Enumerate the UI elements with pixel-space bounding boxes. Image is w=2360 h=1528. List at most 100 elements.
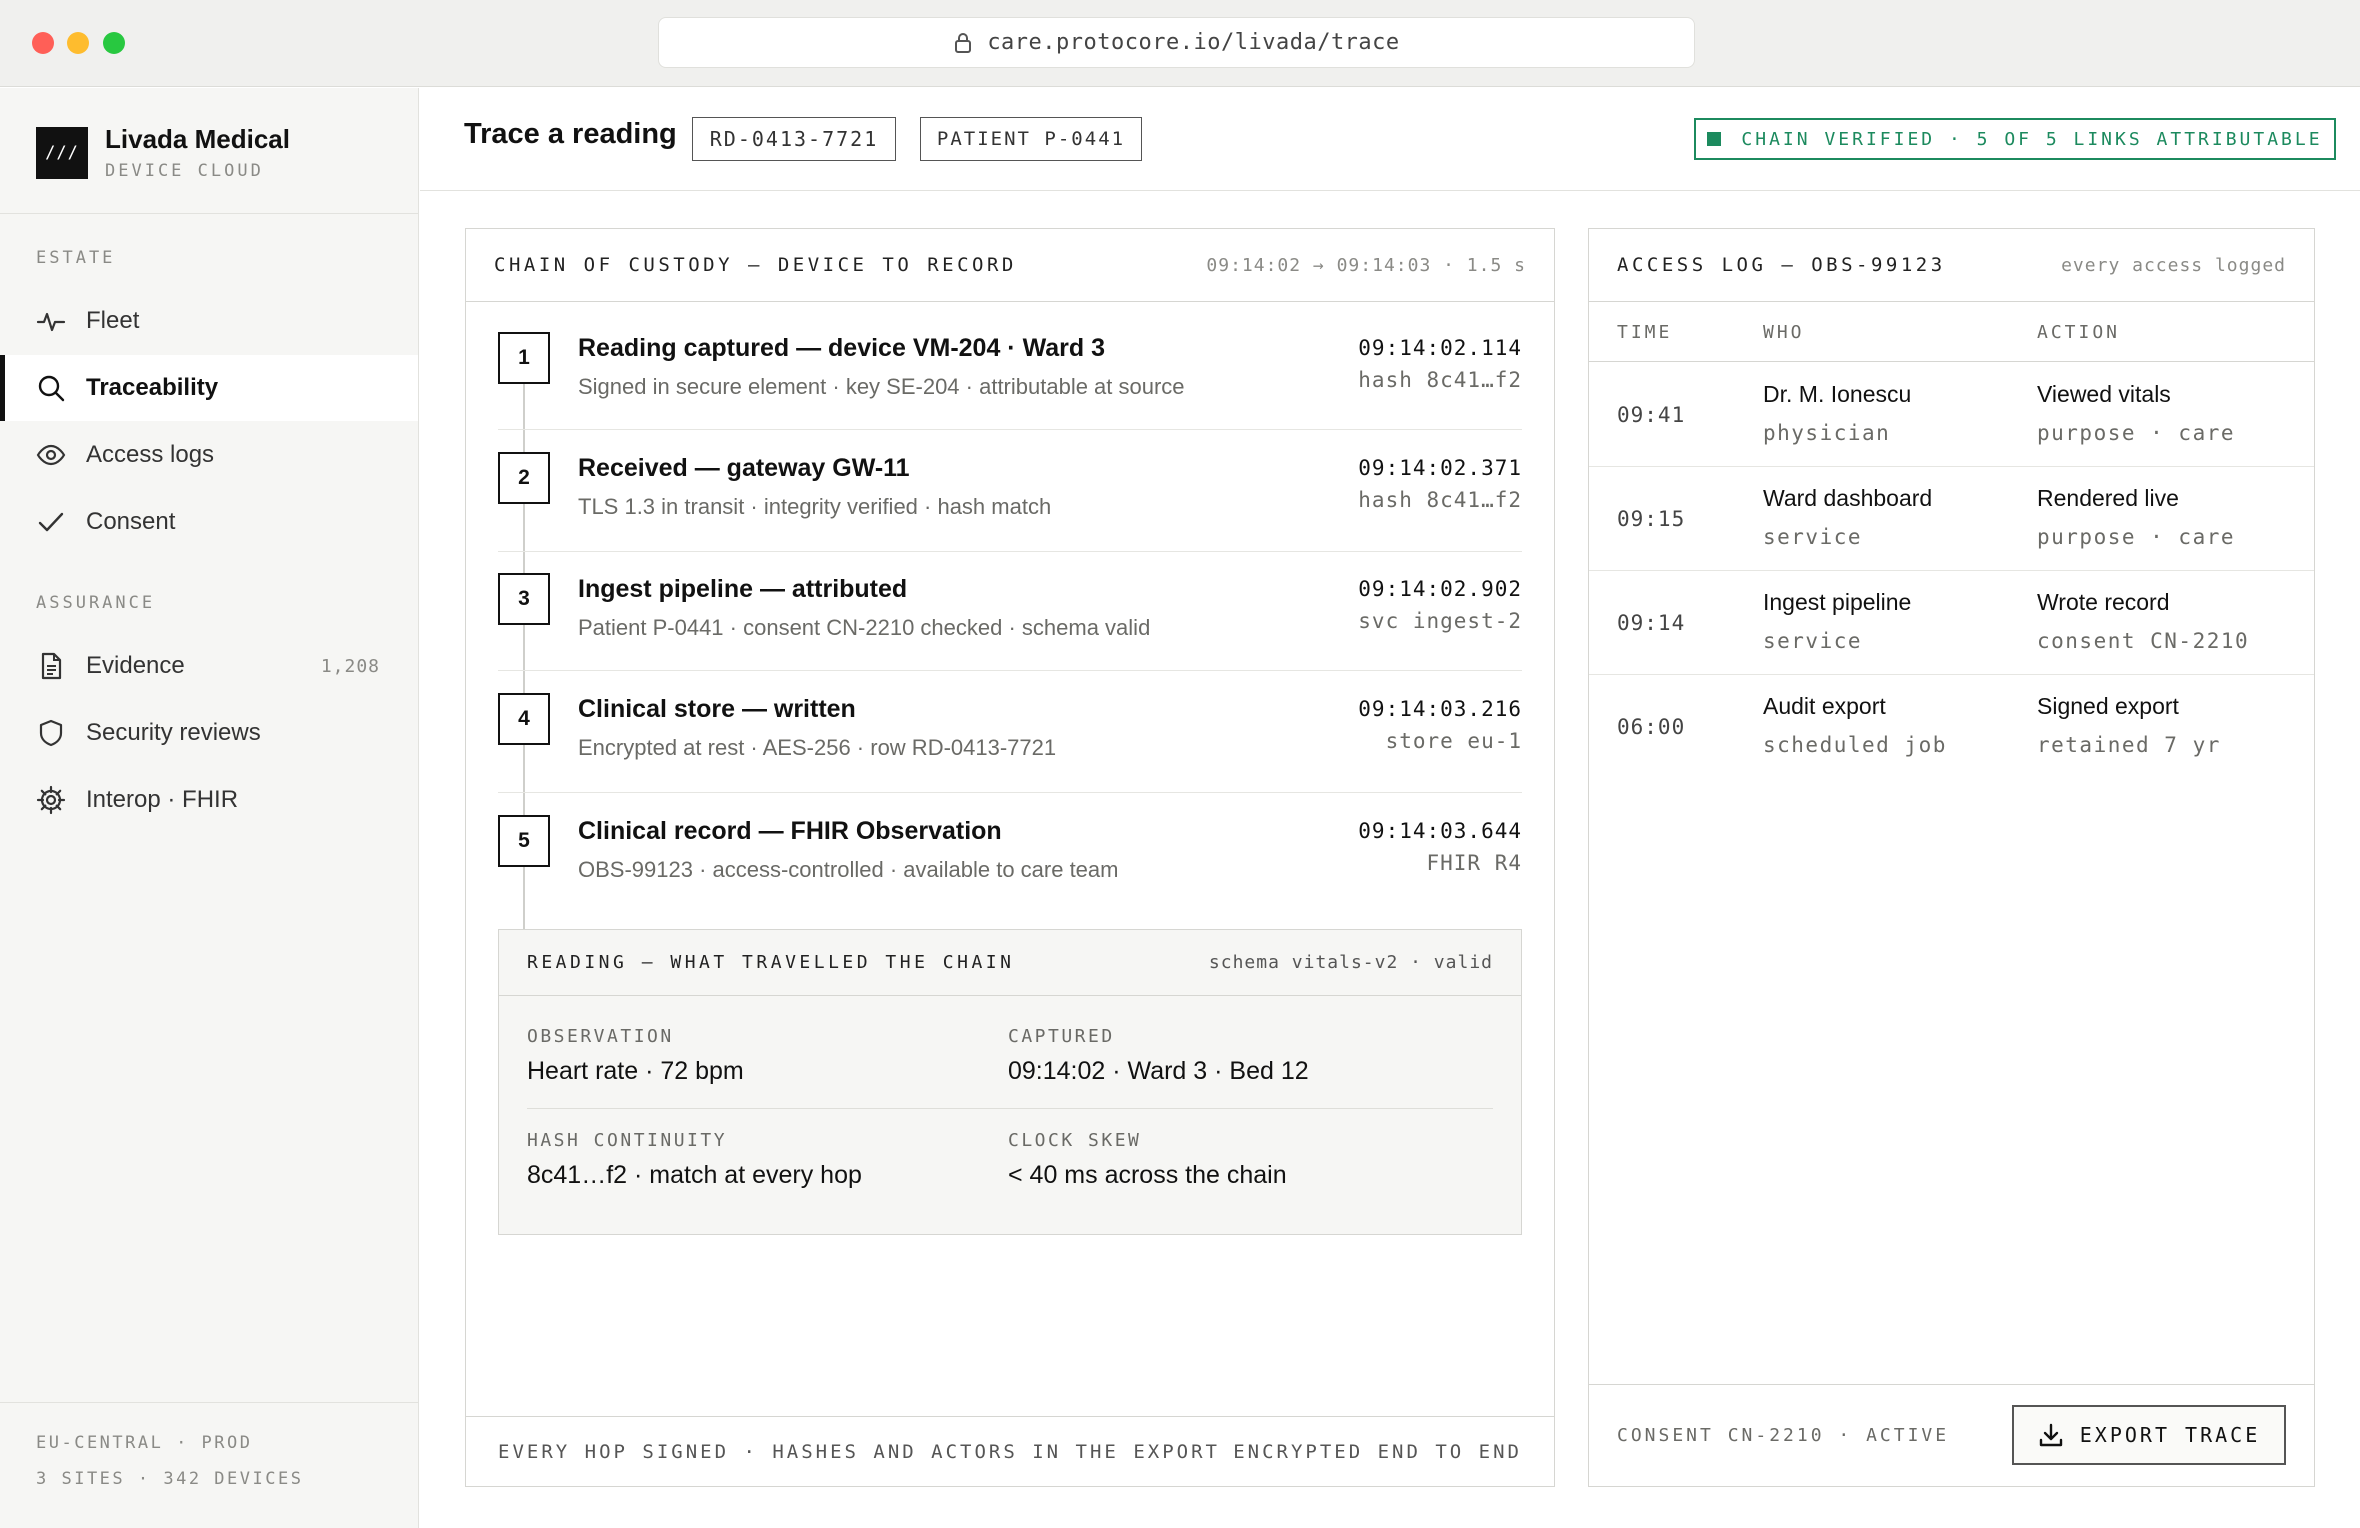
access-log-columns: TIME WHO ACTION [1589, 302, 2314, 362]
step-divider [498, 429, 1522, 430]
sidebar-item-fleet[interactable]: Fleet [0, 288, 418, 354]
step-divider [498, 792, 1522, 793]
log-time: 09:41 [1617, 403, 1686, 427]
step-meta: hash 8c41…f2 [1358, 488, 1522, 512]
chain-footer-right: ENCRYPTED END TO END [1233, 1440, 1522, 1463]
observation-label: OBSERVATION [527, 1026, 674, 1047]
log-action-detail: retained 7 yr [2037, 733, 2221, 757]
step-time: 09:14:02.114 [1358, 336, 1522, 360]
access-log-meta: every access logged [2061, 254, 2286, 276]
url-text: care.protocore.io/livada/trace [987, 30, 1400, 55]
log-action-detail: consent CN-2210 [2037, 629, 2250, 653]
gear-icon [36, 785, 66, 815]
access-log-panel: ACCESS LOG — OBS-99123 every access logg… [1588, 228, 2315, 1487]
captured-label: CAPTURED [1008, 1026, 1115, 1047]
skew-label: CLOCK SKEW [1008, 1130, 1142, 1151]
hash-value: 8c41…f2 · match at every hop [527, 1161, 862, 1189]
pulse-icon [36, 312, 66, 332]
column-who: WHO [1763, 322, 1805, 343]
captured-field: CAPTURED 09:14:02 · Ward 3 · Bed 12 [1008, 1026, 1309, 1086]
reading-divider [527, 1108, 1493, 1109]
skew-value: < 40 ms across the chain [1008, 1161, 1287, 1189]
close-window-button[interactable] [32, 32, 54, 54]
region-label: EU-CENTRAL · PROD [36, 1433, 253, 1453]
chain-verified-text: CHAIN VERIFIED · 5 OF 5 LINKS ATTRIBUTAB… [1741, 128, 2323, 150]
log-who-role: physician [1763, 421, 1891, 445]
minimize-window-button[interactable] [67, 32, 89, 54]
step-number: 1 [498, 332, 550, 384]
table-row[interactable]: 06:00 Audit export scheduled job Signed … [1589, 675, 2314, 779]
step-detail: Patient P-0441 · consent CN-2210 checked… [578, 615, 1151, 640]
sidebar-item-interop-fhir[interactable]: Interop · FHIR [0, 767, 418, 833]
sidebar-item-label: Consent [86, 508, 176, 535]
log-action: Rendered live [2037, 485, 2179, 511]
consent-status: CONSENT CN-2210 · ACTIVE [1617, 1425, 1950, 1446]
log-action-detail: purpose · care [2037, 525, 2236, 549]
sidebar-item-security-reviews[interactable]: Security reviews [0, 700, 418, 766]
column-time: TIME [1617, 322, 1673, 343]
status-square-icon [1707, 132, 1722, 146]
observation-value: Heart rate · 72 bpm [527, 1057, 744, 1085]
maximize-window-button[interactable] [103, 32, 125, 54]
observation-field: OBSERVATION Heart rate · 72 bpm [527, 1026, 744, 1086]
log-action: Viewed vitals [2037, 381, 2171, 407]
chain-duration: 09:14:02 → 09:14:03 · 1.5 s [1206, 254, 1526, 276]
chain-panel-footer: EVERY HOP SIGNED · HASHES AND ACTORS IN … [466, 1416, 1554, 1486]
step-title: Reading captured — device VM-204 · Ward … [578, 334, 1105, 362]
step-number: 2 [498, 452, 550, 504]
sidebar-item-label: Interop · FHIR [86, 786, 239, 813]
step-time: 09:14:02.902 [1358, 577, 1522, 601]
step-meta: hash 8c41…f2 [1358, 368, 1522, 392]
brand-name: Livada Medical [105, 124, 290, 154]
table-row[interactable]: 09:15 Ward dashboard service Rendered li… [1589, 467, 2314, 571]
log-action: Wrote record [2037, 589, 2170, 615]
step-time: 09:14:03.644 [1358, 819, 1522, 843]
table-row[interactable]: 09:14 Ingest pipeline service Wrote reco… [1589, 571, 2314, 675]
reading-schema: schema vitals-v2 · valid [1208, 952, 1493, 973]
log-who-role: service [1763, 629, 1863, 653]
step-title: Ingest pipeline — attributed [578, 575, 908, 603]
reading-header: READING — WHAT TRAVELLED THE CHAIN schem… [499, 930, 1521, 996]
address-bar[interactable]: care.protocore.io/livada/trace [658, 17, 1695, 68]
sidebar-footer-divider [0, 1402, 418, 1403]
eye-icon [36, 444, 66, 466]
sidebar-item-traceability[interactable]: Traceability [0, 355, 418, 421]
section-label-estate: ESTATE [36, 248, 116, 268]
brand-subtitle: DEVICE CLOUD [105, 161, 264, 181]
sidebar-item-consent[interactable]: Consent [0, 489, 418, 555]
step-meta: FHIR R4 [1426, 851, 1522, 875]
access-log-header: ACCESS LOG — OBS-99123 every access logg… [1589, 229, 2314, 302]
page-header: Trace a reading RD-0413-7721 PATIENT P-0… [420, 88, 2360, 191]
chain-of-custody-panel: CHAIN OF CUSTODY — DEVICE TO RECORD 09:1… [465, 228, 1555, 1487]
chain-panel-header: CHAIN OF CUSTODY — DEVICE TO RECORD 09:1… [466, 229, 1554, 302]
export-trace-label: EXPORT TRACE [2079, 1423, 2261, 1447]
step-detail: Signed in secure element · key SE-204 · … [578, 374, 1185, 399]
sidebar-divider [0, 213, 418, 214]
table-row[interactable]: 09:41 Dr. M. Ionescu physician Viewed vi… [1589, 363, 2314, 467]
hash-label: HASH CONTINUITY [527, 1130, 728, 1151]
reading-summary: READING — WHAT TRAVELLED THE CHAIN schem… [498, 929, 1522, 1235]
brand-logo: /// [36, 126, 88, 179]
log-who: Audit export [1763, 693, 1886, 719]
log-who: Ingest pipeline [1763, 589, 1912, 615]
step-number: 5 [498, 815, 550, 867]
step-meta: store eu-1 [1385, 729, 1522, 753]
step-detail: TLS 1.3 in transit · integrity verified … [578, 494, 1052, 519]
sidebar-item-access-logs[interactable]: Access logs [0, 422, 418, 488]
search-icon [38, 375, 65, 402]
sidebar-item-label: Fleet [86, 307, 140, 334]
sidebar-item-label: Evidence [86, 652, 185, 679]
step-time: 09:14:02.371 [1358, 456, 1522, 480]
export-trace-button[interactable]: EXPORT TRACE [2012, 1405, 2286, 1465]
log-who: Ward dashboard [1763, 485, 1933, 511]
shield-icon [39, 719, 63, 747]
brand[interactable]: /// Livada Medical DEVICE CLOUD [36, 124, 290, 181]
step-time: 09:14:03.216 [1358, 697, 1522, 721]
reading-id-tag: RD-0413-7721 [692, 117, 896, 161]
log-time: 06:00 [1617, 715, 1686, 739]
log-time: 09:15 [1617, 507, 1686, 531]
log-action-detail: purpose · care [2037, 421, 2236, 445]
step-number: 4 [498, 693, 550, 745]
sidebar-item-evidence[interactable]: Evidence 1,208 [0, 633, 418, 699]
hash-continuity-field: HASH CONTINUITY 8c41…f2 · match at every… [527, 1130, 862, 1190]
